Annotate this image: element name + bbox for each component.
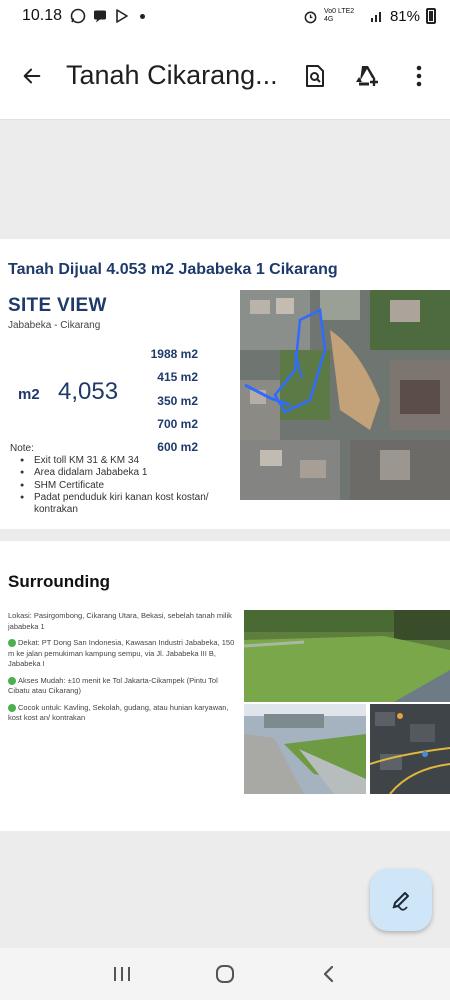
status-time: 10.18 bbox=[22, 7, 63, 24]
back-chevron-icon bbox=[324, 965, 334, 983]
more-options-button[interactable] bbox=[396, 53, 442, 99]
note-item: Area didalam Jababeka 1 bbox=[20, 467, 220, 480]
more-vert-icon bbox=[416, 65, 422, 86]
message-icon bbox=[94, 10, 107, 23]
surrounding-paragraph: Dekat: PT Dong San Indonesia, Kawasan In… bbox=[8, 638, 238, 670]
status-right: Vo0 LTE2 4G 81% bbox=[303, 8, 436, 25]
system-nav-bar bbox=[0, 948, 450, 1000]
app-bar-actions bbox=[292, 53, 442, 99]
green-circle-icon bbox=[8, 676, 16, 685]
area-item: 700 m2 bbox=[157, 416, 198, 431]
paragraph-access: Akses Mudah: ±10 menit ke Tol Jakarta-Ci… bbox=[8, 675, 218, 696]
recent-apps-icon bbox=[113, 967, 130, 981]
area-item: 350 m2 bbox=[157, 393, 198, 408]
battery-icon bbox=[426, 8, 436, 24]
site-view-heading: SITE VIEW bbox=[8, 295, 107, 316]
notes-list: Exit toll KM 31 & KM 34 Area didalam Jab… bbox=[20, 455, 220, 516]
arrow-back-icon bbox=[23, 68, 41, 83]
find-in-page-icon bbox=[306, 64, 324, 87]
alarm-icon bbox=[304, 11, 317, 23]
note-label: Note: bbox=[10, 443, 34, 454]
notification-icons bbox=[70, 8, 146, 24]
app-bar: Tanah Cikarang... bbox=[0, 32, 450, 120]
slide-surrounding[interactable]: Surrounding Lokasi: Pasirgombong, Cikara… bbox=[0, 541, 450, 831]
battery-percent: 81% bbox=[389, 7, 420, 25]
note-item: Exit toll KM 31 & KM 34 bbox=[20, 455, 220, 468]
find-in-page-button[interactable] bbox=[292, 53, 338, 99]
network-label: Vo0 LTE2 4G bbox=[323, 8, 355, 23]
edit-fab-button[interactable] bbox=[370, 869, 432, 931]
slide-site-view[interactable]: Tanah Dijual 4.053 m2 Jababeka 1 Cikaran… bbox=[0, 239, 450, 529]
screen: 10.18 Vo0 LTE2 4G 81% Tanah Cikarang... bbox=[0, 0, 450, 1000]
surrounding-text: Lokasi: Pasirgombong, Cikarang Utara, Be… bbox=[8, 611, 238, 730]
note-item: SHM Certificate bbox=[20, 480, 220, 493]
surrounding-heading: Surrounding bbox=[8, 572, 110, 591]
area-list: 1988 m2 415 m2 350 m2 700 m2 600 m2 bbox=[120, 343, 198, 459]
back-button[interactable] bbox=[2, 46, 62, 106]
status-bar: 10.18 Vo0 LTE2 4G 81% bbox=[0, 0, 450, 32]
location-map-thumbnail bbox=[370, 704, 450, 794]
home-icon bbox=[215, 965, 234, 983]
whatsapp-icon bbox=[70, 8, 86, 24]
more-notifications-dot bbox=[140, 13, 146, 19]
note-item: Padat penduduk kiri kanan kost kostan/ k… bbox=[20, 492, 220, 517]
green-circle-icon bbox=[8, 703, 16, 712]
drive-add-icon bbox=[356, 65, 378, 86]
location-subtitle: Jababeka - Cikarang bbox=[8, 320, 101, 331]
total-area-value: 4,053 bbox=[58, 378, 119, 405]
paragraph-suitable: Cocok untuk: Kavling, Sekolah, gudang, a… bbox=[8, 702, 229, 723]
land-photo-field bbox=[244, 610, 450, 702]
play-store-icon bbox=[116, 9, 128, 23]
total-unit-label: m2 bbox=[18, 386, 40, 403]
green-circle-icon bbox=[8, 639, 16, 648]
home-button[interactable] bbox=[205, 954, 245, 994]
paragraph-nearby: Dekat: PT Dong San Indonesia, Kawasan In… bbox=[8, 638, 235, 668]
area-item: 415 m2 bbox=[157, 370, 198, 385]
back-nav-button[interactable] bbox=[308, 954, 348, 994]
land-photo-road bbox=[244, 704, 366, 794]
surrounding-paragraph: Akses Mudah: ±10 menit ke Tol Jakarta-Ci… bbox=[8, 676, 238, 697]
edit-pen-icon bbox=[392, 892, 409, 911]
recent-apps-button[interactable] bbox=[102, 954, 142, 994]
surrounding-paragraph: Cocok untuk: Kavling, Sekolah, gudang, a… bbox=[8, 703, 238, 724]
area-item: 1988 m2 bbox=[150, 347, 198, 361]
surrounding-paragraph: Lokasi: Pasirgombong, Cikarang Utara, Be… bbox=[8, 611, 238, 632]
save-to-drive-button[interactable] bbox=[344, 53, 390, 99]
signal-icon bbox=[370, 12, 381, 22]
paragraph-location: Lokasi: Pasirgombong, Cikarang Utara, Be… bbox=[8, 611, 232, 631]
slide-title: Tanah Dijual 4.053 m2 Jababeka 1 Cikaran… bbox=[8, 261, 338, 278]
aerial-map-image bbox=[240, 290, 450, 500]
document-title: Tanah Cikarang... bbox=[66, 60, 278, 90]
